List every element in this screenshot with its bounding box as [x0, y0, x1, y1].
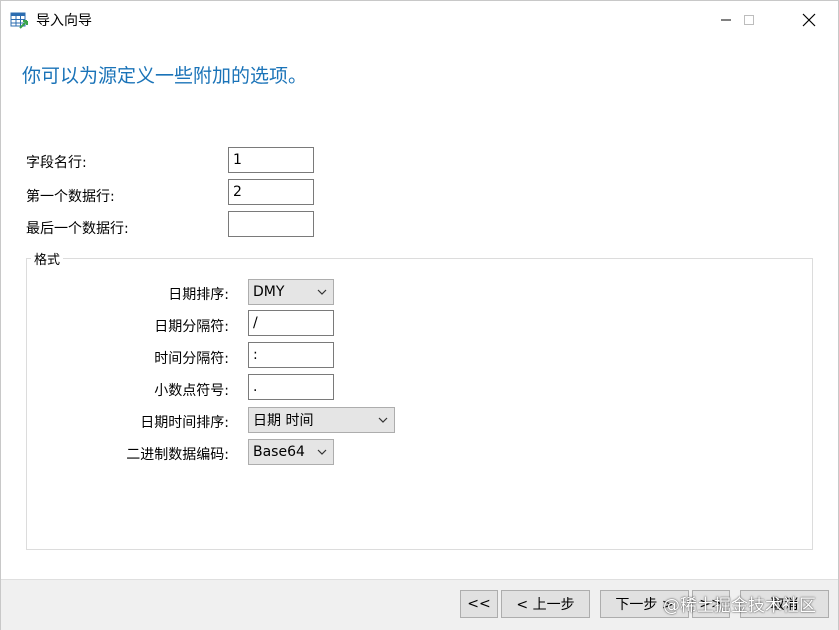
maximize-button[interactable]: [726, 1, 772, 39]
date-order-select[interactable]: DMY: [248, 279, 334, 305]
window-title: 导入向导: [36, 13, 92, 29]
close-icon: [802, 13, 816, 27]
title-bar: 导入向导: [1, 1, 838, 39]
binary-encoding-value: Base64: [253, 444, 305, 460]
first-data-row-label: 第一个数据行:: [26, 189, 115, 205]
chevron-down-icon: [317, 289, 327, 295]
page-heading: 你可以为源定义一些附加的选项。: [22, 65, 308, 87]
import-wizard-window: 导入向导 你可以为源定义一些附加的选项。 字段名行: 1 第一个数据行: 2 最…: [0, 0, 839, 630]
datetime-order-value: 日期 时间: [253, 413, 314, 429]
maximize-icon: [744, 15, 754, 25]
last-data-row-input[interactable]: [228, 211, 314, 237]
field-name-row-label: 字段名行:: [26, 155, 87, 171]
time-separator-label: 时间分隔符:: [154, 351, 229, 367]
binary-encoding-select[interactable]: Base64: [248, 439, 334, 465]
close-button[interactable]: [786, 1, 832, 39]
date-separator-input[interactable]: /: [248, 310, 334, 336]
chevron-down-icon: [378, 417, 388, 423]
field-name-row-input[interactable]: 1: [228, 147, 314, 173]
decimal-symbol-label: 小数点符号:: [154, 383, 229, 399]
first-data-row-input[interactable]: 2: [228, 179, 314, 205]
watermark: @稀土掘金技术社区: [663, 596, 816, 616]
datetime-order-select[interactable]: 日期 时间: [248, 407, 395, 433]
last-data-row-label: 最后一个数据行:: [26, 221, 129, 237]
date-order-value: DMY: [253, 284, 285, 300]
table-import-icon: [10, 11, 28, 29]
previous-button[interactable]: < 上一步: [501, 590, 590, 618]
decimal-symbol-input[interactable]: .: [248, 374, 334, 400]
format-group-title: 格式: [31, 249, 64, 268]
first-step-button[interactable]: <<: [460, 590, 498, 618]
datetime-order-label: 日期时间排序:: [140, 415, 229, 431]
date-separator-label: 日期分隔符:: [154, 319, 229, 335]
date-order-label: 日期排序:: [168, 287, 229, 303]
chevron-down-icon: [317, 449, 327, 455]
time-separator-input[interactable]: :: [248, 342, 334, 368]
binary-encoding-label: 二进制数据编码:: [126, 447, 229, 463]
